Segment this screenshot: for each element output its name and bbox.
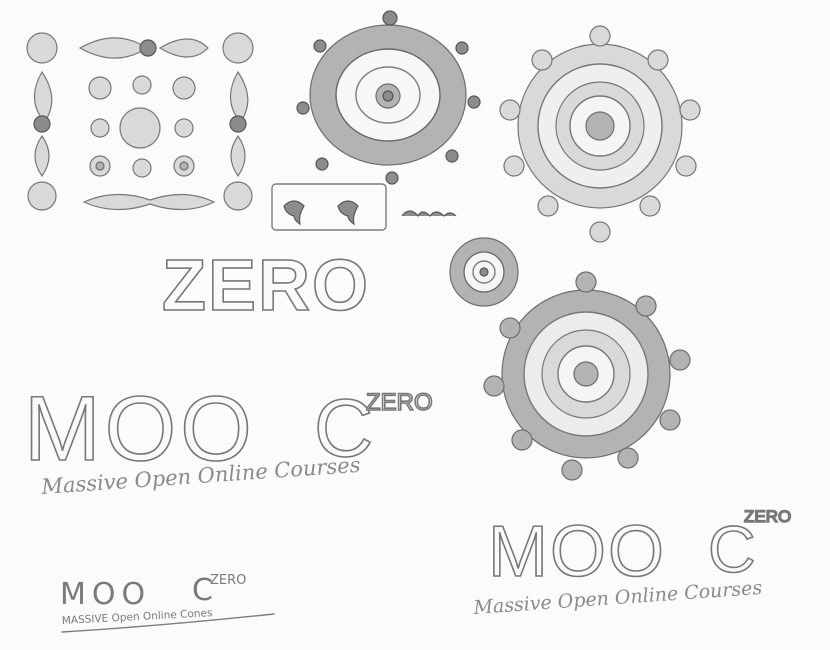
logo2-moo: MOO (488, 512, 666, 592)
mooc-zero-logo-medium: MOO C ZERO Massive Open Online Courses (472, 506, 792, 619)
sun-ring-sketch-top (499, 25, 701, 243)
atom-ring-sketch (296, 10, 481, 185)
molecule-grid-sketch (26, 32, 254, 211)
logo3-zero: ZERO (210, 573, 246, 588)
small-gear-sketch (449, 237, 519, 307)
mooc-zero-logo-large: MOO C ZERO Massive Open Online Courses (23, 377, 433, 499)
mooc-zero-logo-small: MOO C ZERO MASSIVE Open Online Cones (60, 573, 275, 633)
bracket-glyph-sketch (271, 183, 457, 231)
zero-wordmark: ZERO (162, 246, 370, 326)
pencil-sketch-sheet: ZERO MOO C ZERO Massive Open Online Cour… (23, 10, 792, 633)
sun-ring-sketch-bottom (483, 271, 691, 481)
logo3-moo: MOO (60, 577, 151, 612)
logo2-zero: ZERO (744, 507, 791, 526)
logo1-zero: ZERO (366, 389, 433, 416)
